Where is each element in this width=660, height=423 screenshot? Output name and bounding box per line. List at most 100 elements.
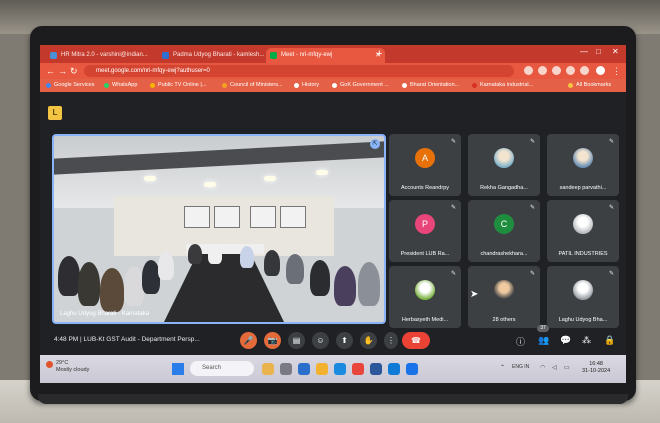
wall-frame	[184, 206, 210, 228]
profile-avatar-icon[interactable]	[596, 66, 605, 75]
participant-tile[interactable]: A ✎ Accounts Reandrpy	[389, 134, 461, 196]
extension-icon[interactable]	[566, 66, 575, 75]
word-app-icon[interactable]	[370, 363, 382, 375]
chat-icon[interactable]: 💬	[560, 335, 571, 346]
store-app-icon[interactable]	[388, 363, 400, 375]
tab-label: Padma Udyog Bharati - kamlesh...	[173, 52, 265, 58]
participant-tile[interactable]: ✎ Herbasyeth Medi...	[389, 266, 461, 328]
people-icon[interactable]: 👥	[538, 335, 549, 346]
participant-tile[interactable]: ✎ Rekha Gangadha...	[468, 134, 540, 196]
weather-desc: Mostly cloudy	[56, 367, 90, 373]
participant-tile[interactable]: ✎ PATIL INDUSTRIES	[547, 200, 619, 262]
meet-favicon-icon	[270, 52, 277, 59]
minimize-icon[interactable]: —	[580, 47, 588, 56]
call-controls-bar: 4:48 PM | LUB-Kt GST Audit - Department …	[40, 325, 626, 355]
captions-icon[interactable]: ▤	[288, 332, 305, 349]
attendee	[286, 254, 304, 284]
chrome-browser-icon[interactable]	[352, 363, 364, 375]
back-icon[interactable]: ←	[46, 65, 55, 77]
avatar	[573, 214, 593, 234]
tab-meet[interactable]: Meet - nri-mfqy-ewj ✕	[266, 48, 385, 63]
bookmark-bharat[interactable]: Bharat Orientation...	[402, 79, 459, 92]
attendees-group	[54, 232, 384, 322]
close-window-icon[interactable]: ✕	[612, 47, 619, 56]
participant-tile[interactable]: ✎ sandeep parvathi...	[547, 134, 619, 196]
reload-icon[interactable]: ↻	[70, 65, 78, 77]
meeting-details-icon[interactable]: ⓘ	[516, 335, 525, 348]
extension-icon[interactable]	[538, 66, 547, 75]
mic-muted-icon: ✎	[608, 139, 614, 145]
url-text: meet.google.com/nri-mfqy-ewj?authuser=0	[96, 68, 210, 74]
activities-icon[interactable]: ⁂	[582, 335, 591, 346]
bookmark-gok[interactable]: GoK Government ...	[332, 79, 389, 92]
emoji-icon[interactable]: ☺	[312, 332, 329, 349]
outlook-app-icon[interactable]	[406, 363, 418, 375]
attendee	[358, 262, 380, 306]
camera-toggle-icon[interactable]: 📷	[264, 332, 281, 349]
participant-tile[interactable]: C ✎ chandrashekhara...	[468, 200, 540, 262]
bookmark-all[interactable]: All Bookmarks	[568, 79, 611, 92]
mic-toggle-icon[interactable]: 🎤	[240, 332, 257, 349]
bookmark-google-services[interactable]: Google Services	[46, 79, 94, 92]
volume-icon[interactable]: ◁	[552, 364, 557, 371]
tab-label: HR Mitra 2.0 - varshini@indian...	[61, 52, 148, 58]
pin-icon[interactable]: ⇱	[370, 139, 380, 149]
leave-call-icon[interactable]: ☎	[402, 332, 430, 349]
task-view-icon[interactable]	[280, 363, 292, 375]
url-field[interactable]: meet.google.com/nri-mfqy-ewj?authuser=0	[84, 65, 514, 77]
mic-muted-icon: ✎	[608, 205, 614, 211]
host-controls-icon[interactable]: 🔒	[604, 335, 615, 346]
attendee	[264, 250, 280, 276]
file-explorer-icon[interactable]	[316, 363, 328, 375]
mic-muted-icon: ✎	[450, 271, 456, 277]
bookmark-council[interactable]: Council of Ministers...	[222, 79, 283, 92]
language-indicator[interactable]: ENG IN	[512, 364, 529, 370]
tab-favicon-icon	[50, 52, 57, 59]
tab-label: Meet - nri-mfqy-ewj	[281, 52, 333, 58]
avatar	[415, 280, 435, 300]
windows-start-icon[interactable]	[172, 363, 184, 375]
bookmark-icon	[150, 83, 155, 88]
participant-tile[interactable]: P ✎ President LUB Ra...	[389, 200, 461, 262]
main-tile-label: Laghu Udyog Bharati - Karnataka	[60, 311, 150, 317]
weather-icon	[46, 361, 53, 368]
extension-icon[interactable]	[580, 66, 589, 75]
weather-widget[interactable]: 29°C Mostly cloudy	[56, 360, 89, 374]
taskbar-clock[interactable]: 16:48 31-10-2024	[582, 361, 610, 375]
raise-hand-icon[interactable]: ✋	[360, 332, 377, 349]
others-tile[interactable]: ✎ 28 others	[468, 266, 540, 328]
more-options-icon[interactable]: ⋮	[384, 332, 398, 349]
avatar	[494, 148, 514, 168]
forward-icon[interactable]: →	[58, 65, 67, 77]
attendee	[240, 246, 254, 268]
others-count: 28 others	[492, 317, 516, 323]
bookmark-history[interactable]: History	[294, 79, 319, 92]
extension-icon[interactable]	[524, 66, 533, 75]
edge-browser-icon[interactable]	[334, 363, 346, 375]
taskbar-search-input[interactable]: Search	[190, 361, 254, 376]
participant-name: Laghu Udyog Bha...	[558, 317, 608, 323]
avatar: C	[494, 214, 514, 234]
teams-app-icon[interactable]	[298, 363, 310, 375]
extension-icon[interactable]	[552, 66, 561, 75]
bookmark-whatsapp[interactable]: WhatsApp	[104, 79, 137, 92]
battery-icon[interactable]: ▭	[564, 364, 570, 371]
tab-padma-udyog[interactable]: Padma Udyog Bharati - kamlesh...	[158, 48, 277, 63]
widgets-app-icon[interactable]	[262, 363, 274, 375]
tab-hr-mitra[interactable]: HR Mitra 2.0 - varshini@indian...	[46, 48, 169, 63]
bookmark-karnataka[interactable]: Karnataka industrial...	[472, 79, 533, 92]
wifi-icon[interactable]: ◠	[540, 364, 545, 371]
bookmark-public-tv[interactable]: Public TV Online |...	[150, 79, 206, 92]
new-tab-icon[interactable]: +	[376, 47, 382, 61]
address-bar-row: ← → ↻ meet.google.com/nri-mfqy-ewj?authu…	[40, 63, 626, 79]
main-video-tile[interactable]: ⇱ Laghu Udyog Bharati - Karnataka	[52, 134, 386, 324]
maximize-icon[interactable]: □	[596, 47, 601, 56]
chevron-up-icon[interactable]: ⌃	[500, 364, 505, 371]
wall-frame	[250, 206, 276, 228]
present-icon[interactable]: ⬆	[336, 332, 353, 349]
participant-name: Accounts Reandrpy	[401, 185, 449, 191]
participant-tile[interactable]: ✎ Laghu Udyog Bha...	[547, 266, 619, 328]
weather-temp: 29°C	[56, 360, 69, 366]
browser-menu-icon[interactable]: ⋮	[612, 65, 621, 77]
wall-frame	[214, 206, 240, 228]
